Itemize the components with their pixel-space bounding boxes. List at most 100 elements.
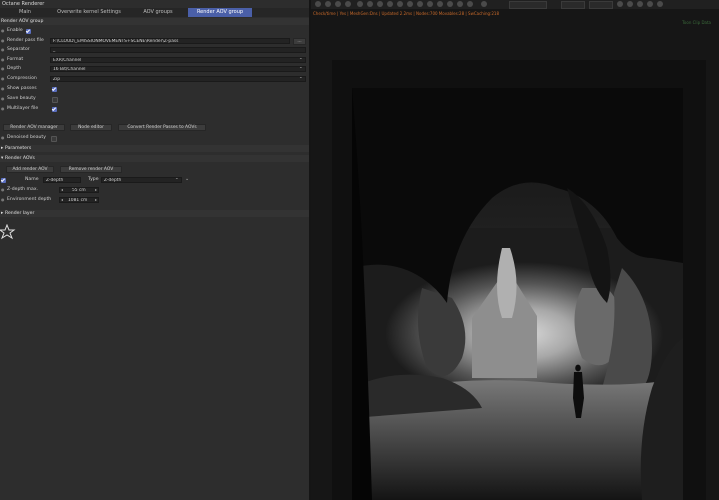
keyframe-dot-icon[interactable]: ● [1, 27, 5, 35]
pick-focus-icon[interactable] [387, 1, 393, 7]
render-pass-file-label: Render pass file [7, 38, 44, 43]
camera-icon[interactable] [647, 1, 653, 7]
settings-icon[interactable] [657, 1, 663, 7]
lock-icon[interactable] [357, 1, 363, 7]
render-settings-icon[interactable] [457, 1, 463, 7]
row-multilayer: ● Multilayer file [0, 105, 309, 113]
arrow-right-icon[interactable]: ▸ [95, 186, 97, 194]
render-status-text: Check/time | Yes | MeshGen:Dns | Updated… [313, 11, 499, 16]
tab-main[interactable]: Main [4, 8, 46, 17]
depth-dropdown[interactable]: 16 Bit/Channel [50, 66, 306, 72]
environment-depth-label: Environment depth [7, 197, 52, 202]
render-restart-icon[interactable] [335, 1, 341, 7]
node-editor-button[interactable]: Node editor [70, 124, 112, 131]
add-render-aov-button[interactable]: Add render AOV [6, 166, 54, 173]
zoom-select[interactable] [561, 1, 585, 9]
row-show-passes: ● Show passes [0, 85, 309, 93]
enable-checkbox[interactable] [26, 28, 31, 34]
side-label: Toon Clip Data [682, 20, 711, 25]
lut-icon[interactable] [637, 1, 643, 7]
tab-overwrite-kernel-settings[interactable]: Overwrite kernel Settings [48, 8, 130, 17]
pause-icon[interactable] [345, 1, 351, 7]
render-aov-manager-button[interactable]: Render AOV manager [3, 124, 65, 131]
aov-select[interactable] [589, 1, 613, 9]
arrow-left-icon[interactable]: ◂ [61, 186, 63, 194]
keyframe-dot-icon[interactable]: ● [1, 186, 5, 194]
tab-aov-groups[interactable]: AOV groups [132, 8, 184, 17]
render-aovs-header-label: Render AOVs [5, 156, 35, 161]
keyframe-dot-icon[interactable]: ● [1, 95, 5, 103]
denoised-beauty-checkbox[interactable] [51, 135, 57, 142]
arrow-left-icon[interactable]: ◂ [61, 196, 63, 204]
arrow-right-icon[interactable]: ▸ [95, 196, 97, 204]
remove-render-aov-button[interactable]: Remove render AOV [60, 166, 122, 173]
gear-icon[interactable] [481, 1, 487, 7]
clay-mode-icon[interactable] [427, 1, 433, 7]
show-passes-label: Show passes [7, 86, 37, 91]
expand-arrow-icon: ▸ [1, 146, 4, 151]
aov-enable-checkbox[interactable] [1, 177, 6, 183]
collapse-arrow-icon: ▾ [1, 156, 4, 161]
section-header-label: Render AOV group [1, 19, 44, 24]
format-dropdown[interactable]: EXR/Channel [50, 57, 306, 63]
name-label: Name [25, 177, 39, 182]
region-icon[interactable] [367, 1, 373, 7]
render-stop-icon[interactable] [325, 1, 331, 7]
pick-object-icon[interactable] [407, 1, 413, 7]
row-depth: ● Depth 16 Bit/Channel [0, 65, 309, 73]
zdepth-render-image[interactable] [352, 88, 683, 500]
chevron-down-icon[interactable]: ⌄ [185, 175, 189, 183]
film-region-icon[interactable] [377, 1, 383, 7]
channel-select[interactable] [509, 1, 547, 9]
zdepth-max-label: Z-depth max. [7, 187, 39, 192]
row-compression: ● Compression Zip [0, 75, 309, 83]
multilayer-checkbox[interactable] [52, 106, 57, 112]
separator-input[interactable]: _ [50, 47, 306, 53]
pick-white-balance-icon[interactable] [417, 1, 423, 7]
browse-button[interactable]: ... [293, 37, 306, 45]
window-title: Octane Renderer [2, 1, 45, 7]
toggle-icon[interactable] [617, 1, 623, 7]
pick-material-icon[interactable] [397, 1, 403, 7]
environment-depth-input[interactable]: 1081 cm [59, 197, 99, 203]
row-denoised-beauty: ● Denoised beauty [0, 134, 309, 142]
keyframe-dot-icon[interactable]: ● [1, 65, 5, 73]
keyframe-dot-icon[interactable]: ● [1, 37, 5, 45]
keyframe-dot-icon[interactable]: ● [1, 196, 5, 204]
section-parameters[interactable]: ▸ Parameters [0, 145, 309, 152]
keyframe-dot-icon[interactable]: ● [1, 46, 5, 54]
keyframe-dot-icon[interactable]: ● [1, 134, 5, 142]
tab-render-aov-group[interactable]: Render AOV group [188, 8, 252, 17]
row-zdepth-max: ● Z-depth max. 55 cm ◂ ▸ [0, 186, 309, 194]
row-save-beauty: ● Save beauty [0, 95, 309, 103]
render-viewer: Check/time | Yes | MeshGen:Dns | Updated… [311, 0, 719, 500]
depth-label: Depth [7, 66, 21, 71]
zdepth-max-input[interactable]: 55 cm [59, 187, 99, 193]
layers-icon[interactable] [467, 1, 473, 7]
row-environment-depth: ● Environment depth 1081 cm ◂ ▸ [0, 196, 309, 204]
render-pass-file-input[interactable]: F:\CLOUD\_EMISSIONMOVEMENTS+SCENE\Render… [50, 38, 290, 44]
row-render-pass-file: ● Render pass file F:\CLOUD\_EMISSIONMOV… [0, 37, 309, 45]
tab-bar: Main Overwrite kernel Settings AOV group… [0, 8, 309, 17]
section-render-layer[interactable]: ▸ Render layer [0, 210, 309, 217]
keyframe-dot-icon[interactable]: ● [1, 105, 5, 113]
subsampling-icon[interactable] [437, 1, 443, 7]
octane-logo-icon [0, 224, 16, 240]
aov-name-input[interactable]: Z-depth [43, 177, 81, 183]
render-start-icon[interactable] [315, 1, 321, 7]
keyframe-dot-icon[interactable]: ● [1, 75, 5, 83]
section-render-aovs[interactable]: ▾ Render AOVs [0, 155, 309, 162]
histogram-icon[interactable] [627, 1, 633, 7]
keyframe-dot-icon[interactable]: ● [1, 56, 5, 64]
keyframe-dot-icon[interactable]: ● [1, 85, 5, 93]
row-enable: ● Enable [0, 27, 309, 35]
show-passes-checkbox[interactable] [52, 86, 57, 92]
aov-type-dropdown[interactable]: Z-depth [101, 177, 182, 183]
denoised-beauty-label: Denoised beauty [7, 135, 46, 140]
compression-dropdown[interactable]: Zip [50, 76, 306, 82]
save-beauty-checkbox[interactable] [52, 96, 58, 103]
convert-render-passes-button[interactable]: Convert Render Passes to AOVs [118, 124, 206, 131]
row-separator: ● Separator _ [0, 46, 309, 54]
section-render-aov-group[interactable]: Render AOV group [0, 18, 309, 25]
decal-icon[interactable] [447, 1, 453, 7]
